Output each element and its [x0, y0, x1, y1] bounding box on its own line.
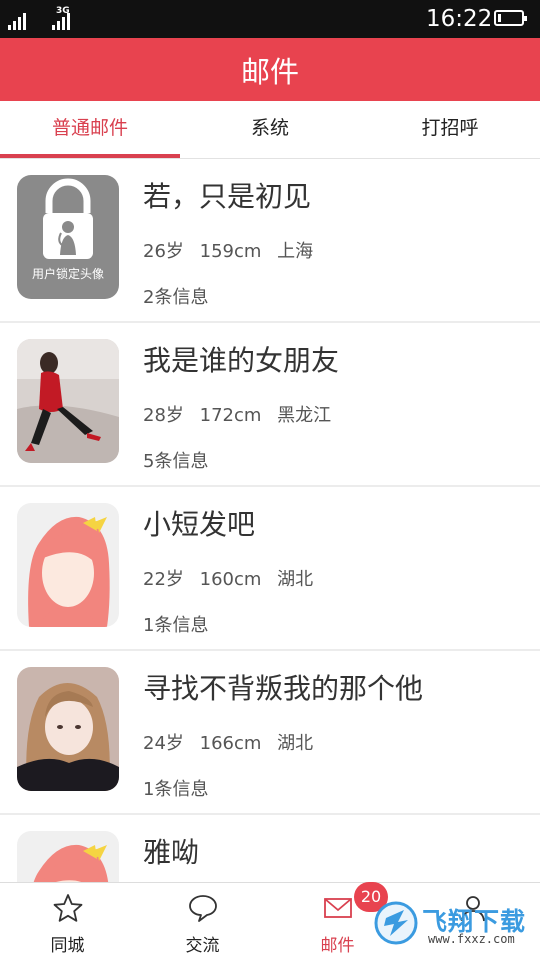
avatar-caption: 用户锁定头像 [31, 267, 104, 281]
list-item[interactable]: 寻找不背叛我的那个他 24岁 166cm 湖北 1条信息 [0, 651, 540, 815]
status-time: 16:22 [426, 6, 493, 32]
sender-location: 黑龙江 [277, 405, 332, 426]
tab-greetings[interactable]: 打招呼 [360, 101, 540, 158]
sender-age: 24岁 [143, 733, 184, 754]
sender-height: 172cm [199, 405, 262, 426]
message-count: 1条信息 [143, 615, 209, 636]
sender-name: 小短发吧 [143, 508, 256, 541]
list-item[interactable]: 用户锁定头像 若，只是初见 26岁 159cm 上海 2条信息 [0, 159, 540, 323]
sender-age: 22岁 [143, 569, 184, 590]
watermark: 飞翔下载 www.fxxz.com [374, 892, 534, 954]
page-title: 邮件 [240, 54, 299, 89]
signal-icon-2: 3G [52, 6, 70, 30]
tab-bar: 普通邮件 系统 打招呼 [0, 101, 540, 159]
sender-age: 26岁 [143, 241, 184, 262]
sender-location: 上海 [277, 241, 314, 262]
message-count: 5条信息 [143, 451, 209, 472]
watermark-url: www.fxxz.com [428, 932, 515, 946]
sender-height: 160cm [199, 569, 262, 590]
message-count: 2条信息 [143, 287, 209, 308]
network-type-2: 3G [56, 6, 70, 16]
nav-label-nearby: 同城 [50, 936, 85, 956]
photo-avatar-icon[interactable] [17, 339, 119, 463]
sender-meta: 24岁 166cm 湖北 [143, 729, 323, 755]
sender-location: 湖北 [277, 569, 314, 590]
signal-icon-1 [8, 8, 30, 30]
tab-system[interactable]: 系统 [180, 101, 360, 158]
nav-item-nearby[interactable]: 同城 [0, 883, 135, 960]
sender-meta: 22岁 160cm 湖北 [143, 565, 323, 591]
list-item[interactable]: 我是谁的女朋友 28岁 172cm 黑龙江 5条信息 [0, 323, 540, 487]
header-bar: 邮件 [0, 38, 540, 101]
default-female-avatar-icon[interactable] [17, 831, 119, 882]
sender-name: 我是谁的女朋友 [143, 344, 340, 377]
message-count: 1条信息 [143, 779, 209, 800]
default-female-avatar-icon[interactable] [17, 503, 119, 627]
list-item[interactable]: 小短发吧 22岁 160cm 湖北 1条信息 [0, 487, 540, 651]
sender-name: 若，只是初见 [143, 180, 312, 213]
watermark-logo-icon [374, 901, 418, 945]
star-icon [52, 893, 84, 927]
photo-avatar-icon[interactable] [17, 667, 119, 791]
sender-height: 166cm [199, 733, 262, 754]
locked-avatar-icon[interactable]: 用户锁定头像 [17, 175, 119, 299]
app-screen: 3G 16:22 邮件 普通邮件 系统 打招呼 用户锁定头像 若，只是初见 26… [0, 0, 540, 960]
chat-bubble-icon [187, 893, 219, 927]
mail-icon [322, 893, 354, 927]
sender-age: 28岁 [143, 405, 184, 426]
tab-normal-mail[interactable]: 普通邮件 [0, 101, 180, 158]
sender-name: 寻找不背叛我的那个他 [143, 672, 424, 705]
sender-meta: 26岁 159cm 上海 [143, 237, 323, 263]
status-bar: 3G 16:22 [0, 0, 540, 38]
nav-item-chat[interactable]: 交流 [135, 883, 270, 960]
sender-meta: 28岁 172cm 黑龙江 [143, 401, 341, 427]
nav-label-chat: 交流 [185, 936, 220, 956]
sender-location: 湖北 [277, 733, 314, 754]
list-item[interactable]: 雅呦 [0, 815, 540, 882]
battery-icon [494, 10, 527, 26]
sender-height: 159cm [199, 241, 262, 262]
sender-name: 雅呦 [143, 836, 200, 869]
message-list: 用户锁定头像 若，只是初见 26岁 159cm 上海 2条信息 我是谁的女朋友 … [0, 159, 540, 882]
